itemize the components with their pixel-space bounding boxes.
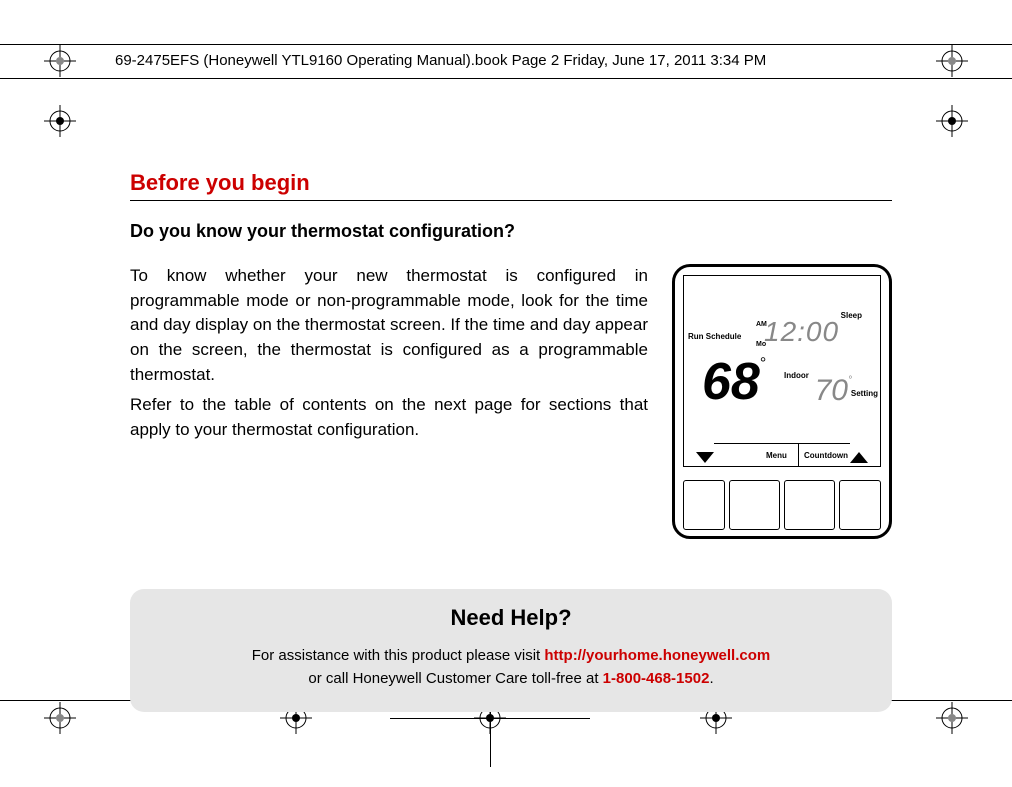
temp-value: 70 [815,374,848,407]
section-title: Before you begin [130,170,892,201]
divider [798,444,799,466]
thermostat-button [729,480,780,530]
registration-mark-icon [936,45,968,77]
registration-mark-icon [936,702,968,734]
help-phone: 1-800-468-1502 [603,670,710,687]
thermostat-buttons [683,480,881,530]
divider [714,443,850,444]
registration-mark-icon [936,105,968,137]
chevron-down-icon [696,452,714,463]
label-setting: Setting [851,389,878,398]
print-header: 69-2475EFS (Honeywell YTL9160 Operating … [115,52,766,69]
crop-line [0,78,1012,79]
section-subtitle: Do you know your thermostat configuratio… [130,221,892,242]
help-line: For assistance with this product please … [150,645,872,690]
registration-mark-icon [44,45,76,77]
label-run-schedule: Run Schedule [688,332,741,341]
thermostat-button [784,480,835,530]
help-text: . [709,670,713,687]
temp-value: 68 [702,353,760,411]
display-set-temp: 70° [815,376,852,406]
thermostat-button [839,480,881,530]
thermostat-illustration: Run Schedule Sleep AM Mo 12:00 Indoor 68… [672,264,892,539]
label-menu: Menu [766,451,787,460]
paragraph: Refer to the table of contents on the ne… [130,393,648,442]
crop-line [0,44,1012,45]
thermostat-button [683,480,725,530]
chevron-up-icon [850,452,868,463]
body-text: To know whether your new thermostat is c… [130,264,648,539]
degree-icon: ° [848,375,852,386]
help-url: http://yourhome.honeywell.com [544,647,770,664]
help-text: or call Honeywell Customer Care toll-fre… [308,670,602,687]
help-text: For assistance with this product please … [252,647,545,664]
help-box: Need Help? For assistance with this prod… [130,589,892,712]
thermostat-screen: Run Schedule Sleep AM Mo 12:00 Indoor 68… [683,275,881,467]
registration-mark-icon [44,105,76,137]
registration-mark-icon [44,702,76,734]
display-time: 12:00 [764,316,839,348]
display-indoor-temp: 68° [702,356,766,408]
label-indoor: Indoor [784,371,809,380]
paragraph: To know whether your new thermostat is c… [130,264,648,387]
degree-icon: ° [760,355,766,372]
label-countdown: Countdown [804,451,848,460]
help-title: Need Help? [150,605,872,631]
label-sleep: Sleep [841,311,862,320]
